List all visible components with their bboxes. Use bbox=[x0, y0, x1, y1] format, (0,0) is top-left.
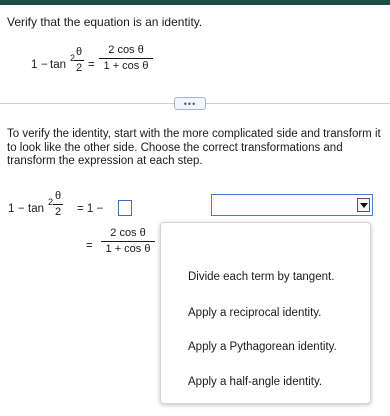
work-target-fraction: 2 cos θ 1 + cos θ bbox=[101, 227, 155, 256]
option-divide-by-tangent[interactable]: Divide each term by tangent. bbox=[188, 271, 334, 283]
lhs-half-angle-fraction: θ 2 bbox=[74, 46, 84, 75]
work-equals: = bbox=[86, 240, 93, 252]
header-bar bbox=[0, 0, 390, 5]
work-minus: − bbox=[18, 203, 25, 215]
work-tan: tan bbox=[28, 203, 44, 215]
work-target-numerator: 2 cos θ bbox=[110, 227, 146, 239]
work-half-angle-fraction: θ 2 bbox=[53, 190, 63, 219]
lhs-minus: − bbox=[41, 59, 48, 71]
answer-input-box[interactable] bbox=[118, 200, 132, 216]
work-half-angle-den: 2 bbox=[54, 206, 62, 218]
work-rhs-prefix: = 1 − bbox=[77, 203, 104, 215]
dropdown-arrow-icon[interactable] bbox=[357, 198, 370, 212]
rhs-numerator: 2 cos θ bbox=[108, 44, 144, 56]
fraction-bar bbox=[53, 204, 63, 205]
fraction-bar bbox=[99, 58, 153, 59]
work-half-angle-num: θ bbox=[54, 190, 62, 202]
option-pythagorean-identity[interactable]: Apply a Pythagorean identity. bbox=[188, 341, 337, 353]
problem-prompt: Verify that the equation is an identity. bbox=[7, 15, 203, 29]
lhs-one: 1 bbox=[31, 59, 38, 71]
lhs-half-angle-num: θ bbox=[75, 46, 83, 58]
lhs-tan: tan bbox=[50, 59, 66, 71]
equation-equals: = bbox=[88, 59, 95, 71]
rhs-fraction: 2 cos θ 1 + cos θ bbox=[99, 44, 153, 73]
work-one: 1 bbox=[8, 203, 15, 215]
lhs-half-angle-den: 2 bbox=[75, 62, 83, 74]
work-target-denominator: 1 + cos θ bbox=[105, 243, 151, 255]
rhs-denominator: 1 + cos θ bbox=[103, 60, 149, 72]
fraction-bar bbox=[101, 241, 155, 242]
transformation-dropdown-menu: Divide each term by tangent. Apply a rec… bbox=[160, 222, 371, 404]
option-reciprocal-identity[interactable]: Apply a reciprocal identity. bbox=[188, 307, 321, 319]
option-half-angle-identity[interactable]: Apply a half-angle identity. bbox=[188, 376, 322, 388]
fraction-bar bbox=[74, 60, 84, 61]
transformation-select[interactable] bbox=[211, 194, 373, 216]
instructions-text: To verify the identity, start with the m… bbox=[7, 128, 381, 167]
more-options-button[interactable]: ••• bbox=[174, 97, 206, 110]
